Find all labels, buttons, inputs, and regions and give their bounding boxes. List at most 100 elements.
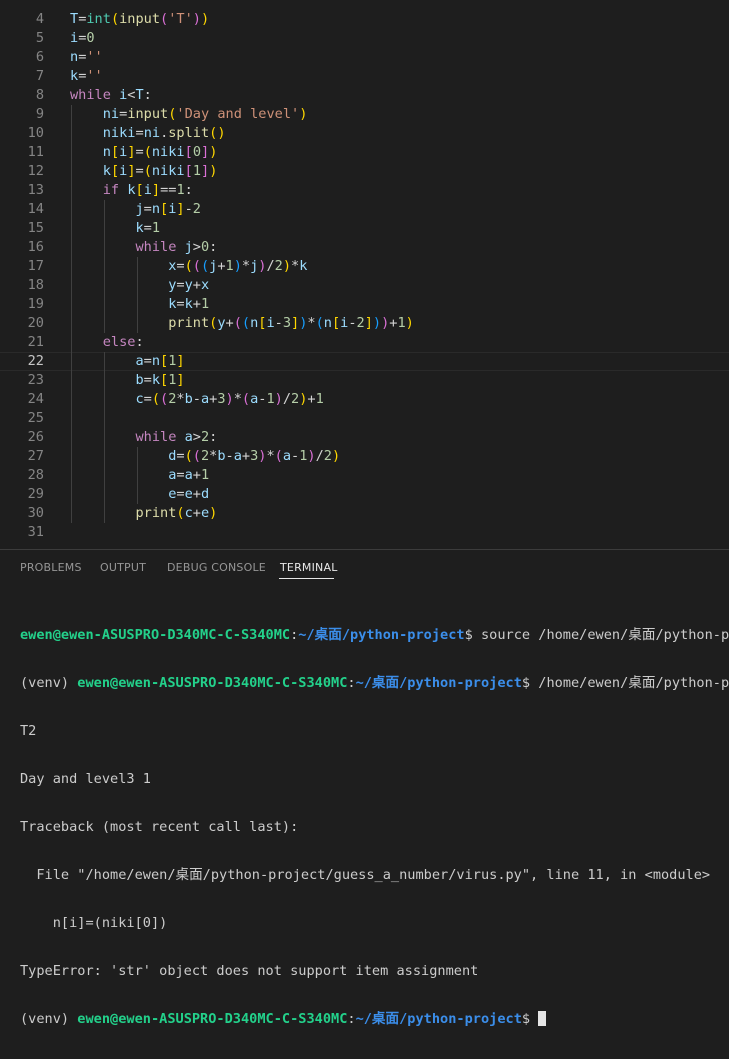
code-text: k[i]=(niki[1]) bbox=[102, 163, 218, 179]
code-line[interactable]: 14 j=n[i]-2 bbox=[0, 200, 729, 219]
line-number: 24 bbox=[27, 391, 44, 407]
terminal-output-line: n[i]=(niki[0]) bbox=[20, 915, 168, 931]
code-text: niki=ni.split() bbox=[102, 125, 226, 141]
line-number: 26 bbox=[27, 429, 44, 445]
line-number: 12 bbox=[27, 163, 44, 179]
line-number: 9 bbox=[35, 106, 44, 122]
code-text: d=((2*b-a+3)*(a-1)/2) bbox=[168, 448, 341, 464]
code-line[interactable]: 6 n='' bbox=[0, 48, 729, 67]
line-number: 8 bbox=[35, 87, 44, 103]
code-text: while a>2: bbox=[135, 429, 218, 445]
code-line[interactable]: 30 print(c+e) bbox=[0, 504, 729, 523]
code-line[interactable]: 10 niki=ni.split() bbox=[0, 124, 729, 143]
code-line[interactable]: 12 k[i]=(niki[1]) bbox=[0, 162, 729, 181]
code-text: n='' bbox=[70, 49, 103, 65]
code-text: T=int(input('T')) bbox=[70, 11, 210, 27]
venv-indicator: (venv) bbox=[20, 675, 78, 691]
code-line[interactable]: 15 k=1 bbox=[0, 219, 729, 238]
code-line[interactable]: 23 b=k[1] bbox=[0, 371, 729, 390]
code-text: c=((2*b-a+3)*(a-1)/2)+1 bbox=[135, 391, 324, 407]
line-number: 17 bbox=[27, 258, 44, 274]
code-line[interactable]: 13 if k[i]==1: bbox=[0, 181, 729, 200]
indent-guide bbox=[103, 352, 105, 523]
line-number: 25 bbox=[27, 410, 44, 426]
terminal-line: (venv) ewen@ewen-ASUSPRO-D340MC-C-S340MC… bbox=[20, 1011, 729, 1027]
line-number: 5 bbox=[35, 30, 44, 46]
terminal-line: ewen@ewen-ASUSPRO-D340MC-C-S340MC:~/桌面/p… bbox=[20, 627, 729, 643]
code-line[interactable]: 27 d=((2*b-a+3)*(a-1)/2) bbox=[0, 447, 729, 466]
code-line[interactable]: 20 print(y+((n[i-3])*(n[i-2]))+1) bbox=[0, 314, 729, 333]
code-line[interactable]: 5 i=0 bbox=[0, 29, 729, 48]
code-text: else: bbox=[102, 334, 144, 350]
code-text: k=1 bbox=[135, 220, 161, 236]
line-number: 14 bbox=[27, 201, 44, 217]
code-line[interactable]: 24 c=((2*b-a+3)*(a-1)/2)+1 bbox=[0, 390, 729, 409]
code-line[interactable]: 19 k=k+1 bbox=[0, 295, 729, 314]
code-line[interactable]: 8 while i<T: bbox=[0, 86, 729, 105]
line-number: 13 bbox=[27, 182, 44, 198]
prompt-user: ewen@ewen-ASUSPRO-D340MC-C-S340MC bbox=[20, 627, 291, 643]
line-number: 30 bbox=[27, 505, 44, 521]
code-line[interactable]: 4 T=int(input('T')) bbox=[0, 10, 729, 29]
prompt-path: ~/桌面/python-project bbox=[355, 1011, 522, 1027]
code-text: print(c+e) bbox=[135, 505, 218, 521]
tab-output[interactable]: OUTPUT bbox=[100, 561, 146, 574]
tab-debug-console[interactable]: DEBUG CONSOLE bbox=[167, 561, 266, 574]
terminal-line: (venv) ewen@ewen-ASUSPRO-D340MC-C-S340MC… bbox=[20, 675, 729, 691]
terminal-output-line: TypeError: 'str' object does not support… bbox=[20, 963, 479, 979]
line-number: 16 bbox=[27, 239, 44, 255]
tab-problems[interactable]: PROBLEMS bbox=[20, 561, 82, 574]
prompt-user: ewen@ewen-ASUSPRO-D340MC-C-S340MC bbox=[77, 675, 348, 691]
code-text: j=n[i]-2 bbox=[135, 201, 201, 217]
venv-indicator: (venv) bbox=[20, 1011, 78, 1027]
code-line[interactable]: 25 bbox=[0, 409, 729, 428]
line-number: 22 bbox=[27, 353, 44, 369]
code-text: b=k[1] bbox=[135, 372, 185, 388]
line-number: 7 bbox=[35, 68, 44, 84]
code-line[interactable]: 29 e=e+d bbox=[0, 485, 729, 504]
line-number: 19 bbox=[27, 296, 44, 312]
code-text: i=0 bbox=[70, 30, 95, 46]
indent-guide bbox=[103, 200, 105, 333]
line-number: 21 bbox=[27, 334, 44, 350]
prompt-user: ewen@ewen-ASUSPRO-D340MC-C-S340MC bbox=[77, 1011, 348, 1027]
code-line[interactable]: 22 a=n[1] bbox=[0, 352, 729, 371]
code-line[interactable]: 31 bbox=[0, 523, 729, 542]
line-number: 28 bbox=[27, 467, 44, 483]
code-text: while i<T: bbox=[70, 87, 152, 103]
line-number: 29 bbox=[27, 486, 44, 502]
code-text: if k[i]==1: bbox=[102, 182, 193, 198]
code-text: print(y+((n[i-3])*(n[i-2]))+1) bbox=[168, 315, 414, 331]
line-number: 27 bbox=[27, 448, 44, 464]
indent-guide bbox=[137, 257, 139, 333]
prompt-path: ~/桌面/python-project bbox=[298, 627, 465, 643]
code-text: y=y+x bbox=[168, 277, 210, 293]
code-text: e=e+d bbox=[168, 486, 210, 502]
code-text: a=a+1 bbox=[168, 467, 210, 483]
code-text: while j>0: bbox=[135, 239, 218, 255]
code-line[interactable]: 28 a=a+1 bbox=[0, 466, 729, 485]
code-line[interactable]: 21 else: bbox=[0, 333, 729, 352]
line-number: 6 bbox=[35, 49, 44, 65]
code-text: x=(((j+1)*j)/2)*k bbox=[168, 258, 308, 274]
terminal-output[interactable]: ewen@ewen-ASUSPRO-D340MC-C-S340MC:~/桌面/p… bbox=[20, 595, 729, 1059]
code-line[interactable]: 17 x=(((j+1)*j)/2)*k bbox=[0, 257, 729, 276]
code-editor[interactable]: 4 T=int(input('T')) 5 i=0 6 n='' 7 k='' 8 while i… bbox=[0, 0, 729, 549]
code-text: k='' bbox=[70, 68, 103, 84]
terminal-output-line: File "/home/ewen/桌面/python-project/guess… bbox=[20, 867, 711, 883]
code-line[interactable]: 9 ni=input('Day and level') bbox=[0, 105, 729, 124]
code-text: a=n[1] bbox=[135, 353, 185, 369]
active-tab-indicator bbox=[279, 578, 334, 579]
bottom-panel: PROBLEMS OUTPUT DEBUG CONSOLE TERMINAL e… bbox=[0, 549, 729, 1027]
code-line[interactable]: 18 y=y+x bbox=[0, 276, 729, 295]
code-line[interactable]: 7 k='' bbox=[0, 67, 729, 86]
terminal-output-line: Traceback (most recent call last): bbox=[20, 819, 299, 835]
line-number: 15 bbox=[27, 220, 44, 236]
tab-terminal[interactable]: TERMINAL bbox=[280, 561, 338, 574]
code-line[interactable]: 16 while j>0: bbox=[0, 238, 729, 257]
terminal-command: /home/ewen/桌面/python-project/venv/bin/py… bbox=[538, 675, 729, 691]
indent-guide bbox=[137, 447, 139, 504]
code-line[interactable]: 26 while a>2: bbox=[0, 428, 729, 447]
code-line[interactable]: 11 n[i]=(niki[0]) bbox=[0, 143, 729, 162]
